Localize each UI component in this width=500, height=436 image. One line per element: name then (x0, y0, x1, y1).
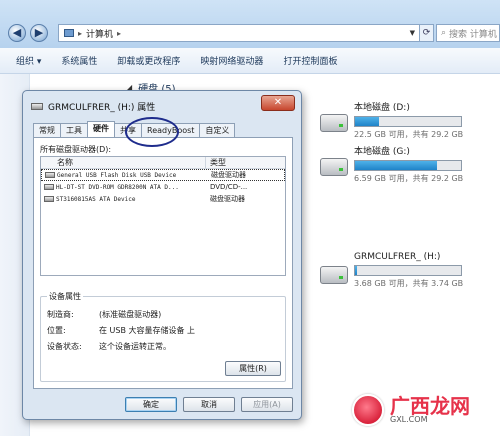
drive-title-icon (31, 103, 43, 110)
hard-drive-icon (320, 158, 348, 176)
watermark-title: 广西龙网 (390, 394, 470, 418)
search-placeholder: 搜索 计算机 (449, 29, 497, 40)
address-dropdown-icon[interactable]: ▼ (410, 29, 415, 37)
cancel-button[interactable]: 取消 (183, 397, 235, 412)
device-icon (44, 196, 54, 202)
column-name[interactable]: 名称 (41, 157, 206, 168)
device-type: DVD/CD-... (210, 183, 248, 191)
list-item[interactable]: ST3160815AS ATA Device 磁盘驱动器 (41, 193, 285, 205)
computer-icon (64, 29, 74, 37)
search-input[interactable]: ⌕ 搜索 计算机 (436, 24, 500, 42)
prop-key: 位置: (47, 326, 66, 335)
dvd-drive-icon (44, 184, 54, 190)
watermark-subtitle: GXL.COM (390, 415, 428, 424)
drive-usage-bar (354, 160, 462, 171)
device-name: General USB Flash Disk USB Device (57, 171, 177, 179)
dialog-titlebar[interactable]: GRMCULFRER_ (H:) 属性 (31, 100, 155, 113)
search-icon: ⌕ (441, 28, 447, 38)
device-type: 磁盘驱动器 (210, 195, 245, 203)
disk-drives-list[interactable]: 名称 类型 General USB Flash Disk USB Device … (40, 156, 286, 276)
breadcrumb-computer[interactable]: 计算机 (86, 27, 113, 40)
location-row: 位置: 在 USB 大容量存储设备 上 (47, 325, 195, 336)
drive-usage-fill (355, 117, 380, 126)
drive-usage-bar (354, 265, 462, 276)
prop-key: 设备状态: (47, 342, 82, 351)
system-properties-button[interactable]: 系统属性 (61, 54, 97, 67)
tab-hardware[interactable]: 硬件 (87, 121, 115, 137)
highlight-circle-annotation (125, 117, 179, 147)
uninstall-program-button[interactable]: 卸载或更改程序 (117, 54, 180, 67)
prop-value: (标准磁盘驱动器) (99, 310, 162, 319)
list-header: 名称 类型 (41, 157, 285, 169)
properties-button[interactable]: 属性(R) (225, 361, 281, 376)
disk-drives-caption: 所有磁盘驱动器(D): (40, 145, 112, 154)
apply-button[interactable]: 应用(A) (241, 397, 293, 412)
tab-customize[interactable]: 自定义 (199, 123, 236, 137)
column-type[interactable]: 类型 (206, 157, 226, 168)
drive-usage-bar (354, 116, 462, 127)
device-properties-group: 设备属性 制造商: (标准磁盘驱动器) 位置: 在 USB 大容量存储设备 上 设备… (40, 291, 286, 382)
refresh-button[interactable]: ⟳ (420, 24, 434, 42)
list-item[interactable]: General USB Flash Disk USB Device 磁盘驱动器 (41, 169, 285, 181)
ok-button[interactable]: 确定 (125, 397, 177, 412)
drive-g[interactable]: 本地磁盘 (G:) 6.59 GB 可用，共有 29.2 GB (320, 144, 463, 184)
drive-capacity: 3.68 GB 可用，共有 3.74 GB (354, 279, 464, 288)
drive-d[interactable]: 本地磁盘 (D:) 22.5 GB 可用，共有 29.2 GB (320, 100, 463, 140)
watermark-logo-icon (352, 394, 384, 426)
address-bar[interactable]: ▸ 计算机 ▸ ▼ (58, 24, 420, 42)
window-titlebar: ◀ ▶ ▸ 计算机 ▸ ▼ ⟳ ⌕ 搜索 计算机 (0, 0, 500, 48)
device-status-row: 设备状态: 这个设备运转正常。 (47, 341, 171, 352)
drive-capacity: 6.59 GB 可用，共有 29.2 GB (354, 174, 464, 183)
drive-name: 本地磁盘 (G:) (354, 147, 410, 157)
manufacturer-row: 制造商: (标准磁盘驱动器) (47, 309, 161, 320)
list-item[interactable]: HL-DT-ST DVD-ROM GDR8200N ATA D... DVD/C… (41, 181, 285, 193)
close-button[interactable]: ✕ (261, 95, 295, 111)
usb-drive-icon (320, 266, 348, 284)
properties-dialog: GRMCULFRER_ (H:) 属性 ✕ 常规 工具 硬件 共享 ReadyB… (22, 90, 302, 420)
prop-key: 制造商: (47, 310, 74, 319)
forward-button[interactable]: ▶ (30, 24, 48, 42)
drive-name: GRMCULFRER_ (H:) (354, 252, 441, 262)
device-name: HL-DT-ST DVD-ROM GDR8200N ATA D... (56, 183, 179, 191)
prop-value: 这个设备运转正常。 (99, 342, 171, 351)
back-button[interactable]: ◀ (8, 24, 26, 42)
drive-h[interactable]: GRMCULFRER_ (H:) 3.68 GB 可用，共有 3.74 GB (320, 252, 463, 289)
tab-general[interactable]: 常规 (33, 123, 61, 137)
open-control-panel-button[interactable]: 打开控制面板 (283, 54, 337, 67)
drive-usage-fill (355, 161, 437, 170)
hard-drive-icon (320, 114, 348, 132)
hardware-tab-panel: 所有磁盘驱动器(D): 名称 类型 General USB Flash Disk… (33, 137, 293, 389)
device-icon (45, 172, 55, 178)
dialog-title: GRMCULFRER_ (H:) 属性 (48, 103, 156, 113)
map-network-drive-button[interactable]: 映射网络驱动器 (200, 54, 263, 67)
drive-name: 本地磁盘 (D:) (354, 103, 410, 113)
site-watermark: 广西龙网 GXL.COM (352, 394, 470, 426)
drive-usage-fill (355, 266, 358, 275)
group-legend: 设备属性 (47, 291, 83, 302)
device-name: ST3160815AS ATA Device (56, 195, 136, 203)
organize-button[interactable]: 组织 ▾ (16, 54, 41, 67)
drive-capacity: 22.5 GB 可用，共有 29.2 GB (354, 130, 464, 139)
tab-tools[interactable]: 工具 (60, 123, 88, 137)
breadcrumb-separator-icon: ▸ (78, 28, 83, 38)
prop-value: 在 USB 大容量存储设备 上 (99, 326, 196, 335)
breadcrumb-chevron-icon[interactable]: ▸ (117, 29, 121, 38)
device-type: 磁盘驱动器 (211, 171, 246, 179)
command-bar: 组织 ▾ 系统属性 卸载或更改程序 映射网络驱动器 打开控制面板 (0, 48, 500, 74)
